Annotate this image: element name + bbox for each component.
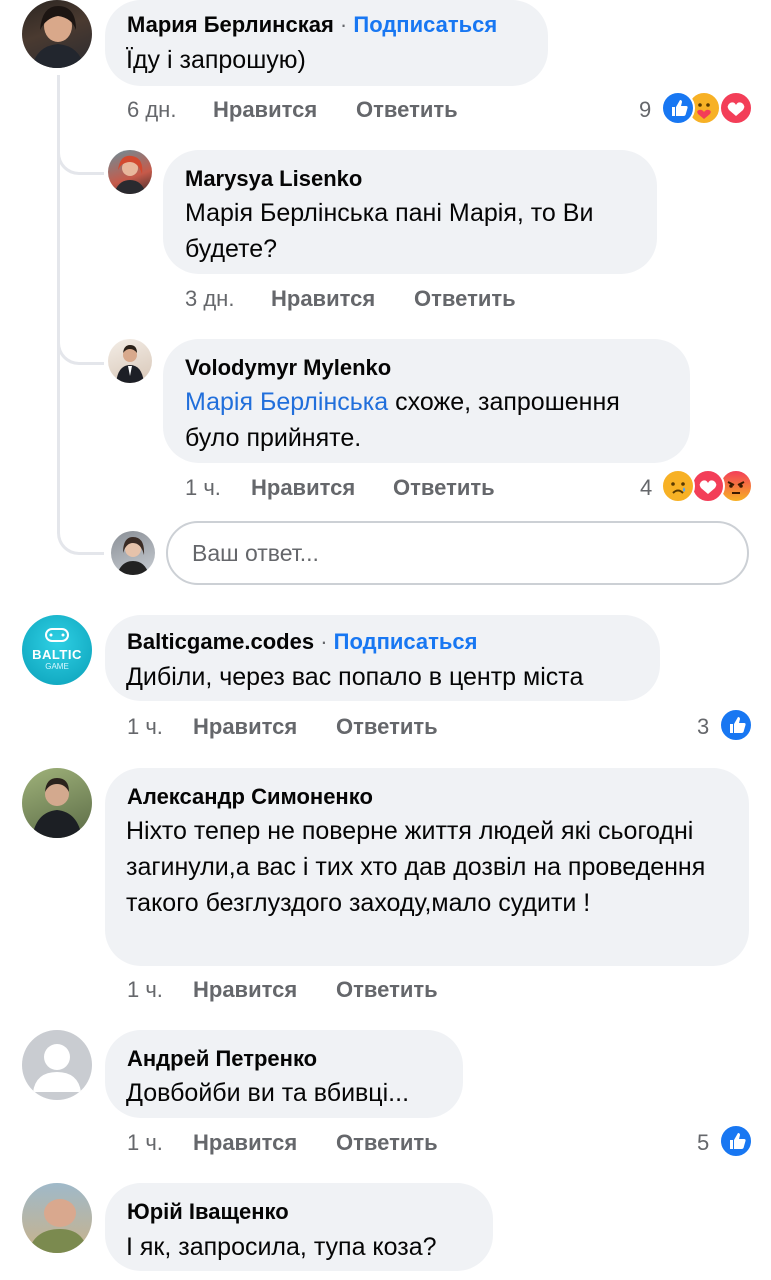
follow-link[interactable]: Подписаться (353, 12, 497, 37)
avatar-image (32, 6, 84, 68)
default-avatar-icon (33, 1044, 81, 1092)
reply-button[interactable]: Ответить (336, 1130, 438, 1156)
comment-time[interactable]: 6 дн. (127, 97, 176, 123)
sad-icon (661, 469, 695, 503)
separator: · (339, 12, 348, 37)
comment-time[interactable]: 1 ч. (185, 475, 221, 501)
like-button[interactable]: Нравится (213, 97, 317, 123)
love-icon (719, 91, 753, 125)
avatar[interactable]: BALTIC GAME (22, 615, 92, 685)
comment-time[interactable]: 1 ч. (127, 714, 163, 740)
comment-text: Дибіли, через вас попало в центр міста (126, 663, 584, 691)
reply-button[interactable]: Ответить (393, 475, 495, 501)
comment-text: Довбойби ви та вбивці... (126, 1079, 410, 1107)
like-icon (661, 91, 695, 125)
avatar-image (116, 345, 144, 383)
avatar-image (114, 155, 146, 194)
love-icon (691, 469, 725, 503)
comment-author[interactable]: Юрій Іващенко (127, 1199, 289, 1225)
avatar-image (32, 778, 82, 838)
reply-input[interactable]: Ваш ответ... (166, 521, 749, 585)
avatar-image (117, 537, 149, 575)
mention-link[interactable]: Марія Берлінська (185, 388, 388, 416)
reaction-count[interactable]: 4 (640, 475, 652, 501)
reaction-count[interactable]: 9 (639, 97, 651, 123)
like-icon[interactable] (719, 708, 753, 742)
comment-text: Марія Берлінська пані Марія, то Ви будет… (185, 199, 594, 263)
like-icon[interactable] (719, 1124, 753, 1158)
avatar[interactable] (108, 339, 152, 383)
reply-button[interactable]: Ответить (336, 714, 438, 740)
comment-author[interactable]: Balticgame.codes (127, 629, 314, 654)
like-button[interactable]: Нравится (193, 714, 297, 740)
comment-author[interactable]: Marysya Lisenko (185, 166, 362, 192)
user-avatar[interactable] (111, 531, 155, 575)
comment-time[interactable]: 1 ч. (127, 1130, 163, 1156)
comment-author[interactable]: Мария Берлинская (127, 12, 334, 37)
reply-button[interactable]: Ответить (356, 97, 458, 123)
like-button[interactable]: Нравится (193, 977, 297, 1003)
comment-author[interactable]: Volodymyr Mylenko (185, 355, 391, 381)
logo-text: BALTIC (32, 647, 82, 662)
reply-button[interactable]: Ответить (336, 977, 438, 1003)
comment-text: Їду і запрошую) (126, 46, 306, 74)
avatar[interactable] (22, 1030, 92, 1100)
comment-text: Марія Берлінська схоже, запрошення було … (185, 384, 680, 456)
avatar[interactable] (22, 768, 92, 838)
comment-text: І як, запросила, тупа коза? (126, 1233, 437, 1261)
comment-author[interactable]: Андрей Петренко (127, 1046, 317, 1072)
reaction-count[interactable]: 3 (697, 714, 709, 740)
separator: · (320, 629, 328, 654)
reaction-count[interactable]: 5 (697, 1130, 709, 1156)
thread-branch (57, 320, 104, 365)
comment-author[interactable]: Александр Симоненко (127, 784, 373, 810)
thread-branch (57, 130, 104, 175)
follow-link[interactable]: Подписаться (334, 629, 478, 654)
comment-time[interactable]: 1 ч. (127, 977, 163, 1003)
comment-author-line: Мария Берлинская · Подписаться (127, 12, 497, 38)
avatar[interactable] (108, 150, 152, 194)
comment-time[interactable]: 3 дн. (185, 286, 234, 312)
avatar[interactable] (22, 0, 92, 68)
thread-branch (57, 510, 104, 555)
like-button[interactable]: Нравится (251, 475, 355, 501)
avatar-image (28, 1199, 88, 1253)
logo-subtext: GAME (45, 662, 69, 671)
comment-author-line: Balticgame.codes · Подписаться (127, 629, 478, 655)
like-button[interactable]: Нравится (193, 1130, 297, 1156)
reply-button[interactable]: Ответить (414, 286, 516, 312)
avatar[interactable] (22, 1183, 92, 1253)
comment-text: Ніхто тепер не поверне життя людей які с… (126, 817, 706, 917)
like-button[interactable]: Нравится (271, 286, 375, 312)
